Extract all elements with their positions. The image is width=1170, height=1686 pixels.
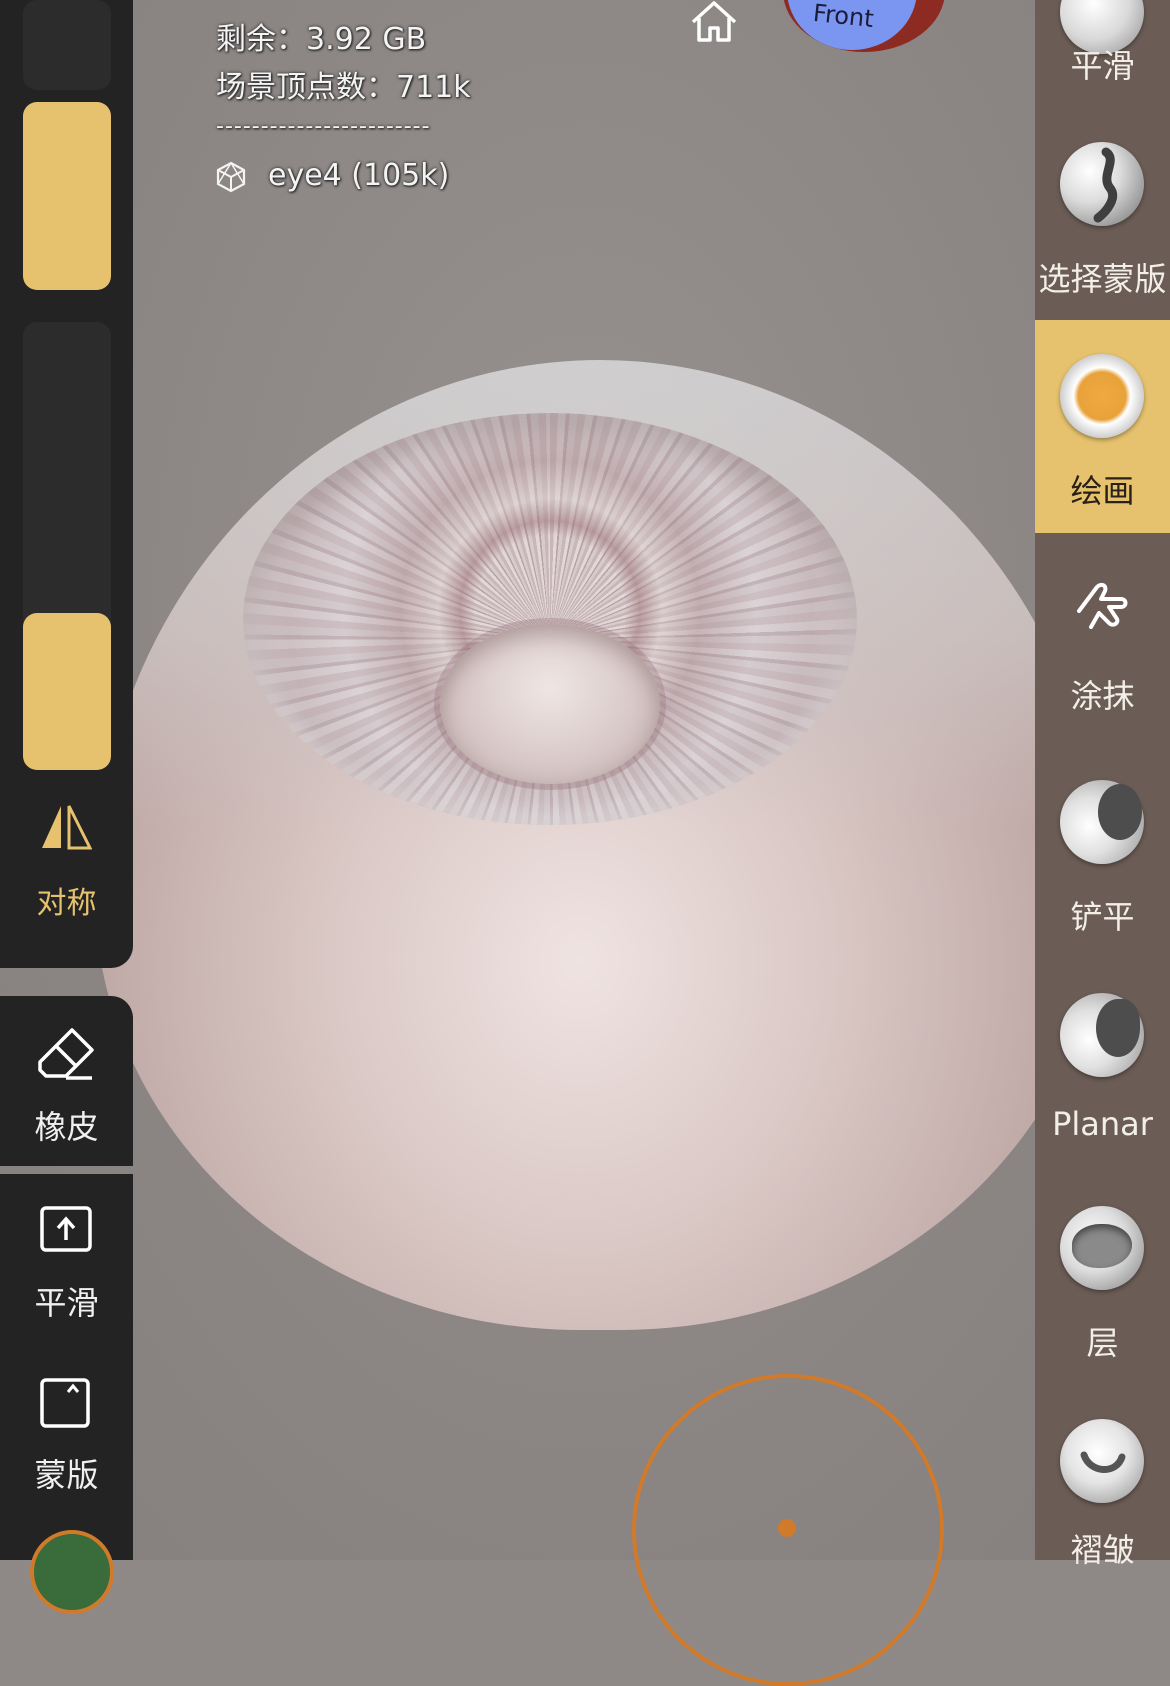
mesh-icon	[214, 160, 248, 194]
tool-flatten[interactable]: 铲平	[1035, 746, 1170, 959]
tool-smooth-label: 平滑	[1070, 47, 1135, 85]
paint-sphere-icon	[1060, 354, 1144, 438]
layer-sphere-icon	[1060, 1206, 1144, 1290]
sculpt-viewport[interactable]	[0, 0, 1170, 1560]
mask-action-label: 蒙版	[34, 1456, 99, 1494]
tool-smudge[interactable]: 涂抹	[1035, 533, 1170, 746]
select-mask-sphere-icon	[1060, 142, 1144, 226]
upload-box-icon	[36, 1202, 96, 1262]
eraser-tool-panel: 橡皮	[0, 996, 133, 1166]
symmetry-label[interactable]: 对称	[0, 878, 133, 922]
brush-center-dot	[778, 1519, 796, 1537]
tool-smudge-label: 涂抹	[1070, 677, 1135, 715]
tool-flatten-label: 铲平	[1070, 898, 1135, 936]
intensity-slider-fill[interactable]	[23, 613, 111, 770]
mesh-name-label[interactable]: eye4 (105k)	[268, 158, 449, 193]
tool-crease-label: 褶皱	[1070, 1531, 1135, 1569]
tool-paint-label: 绘画	[1070, 472, 1135, 510]
radius-slider-track-top[interactable]	[23, 0, 111, 90]
tool-planar[interactable]: Planar	[1035, 959, 1170, 1172]
tool-planar-label: Planar	[1052, 1105, 1153, 1143]
eraser-label: 橡皮	[34, 1108, 99, 1146]
left-actions-panel: 平滑 蒙版	[0, 1174, 133, 1614]
eraser-icon	[36, 1024, 96, 1084]
scene-vertex-count-text: 场景顶点数：711k	[216, 70, 471, 105]
symmetry-icon[interactable]	[40, 804, 93, 850]
tool-smooth[interactable]: 平滑	[1035, 0, 1170, 108]
left-toolbar: 对称	[0, 0, 133, 968]
tool-crease[interactable]: 褶皱	[1035, 1385, 1170, 1598]
crease-sphere-icon	[1060, 1419, 1144, 1503]
planar-sphere-cut	[1096, 999, 1140, 1057]
smooth-action-label: 平滑	[34, 1284, 99, 1322]
tool-select-mask-label: 选择蒙版	[1038, 260, 1167, 298]
stats-divider: ------------------------	[216, 114, 431, 139]
flatten-sphere-cut	[1098, 784, 1142, 840]
planar-sphere-icon	[1060, 993, 1144, 1077]
flatten-sphere-icon	[1060, 780, 1144, 864]
tool-layer[interactable]: 层	[1035, 1172, 1170, 1385]
eyeball-model[interactable]	[95, 360, 1105, 1330]
view-cube-front-label: Front	[811, 0, 876, 34]
tool-paint[interactable]: 绘画	[1035, 320, 1170, 533]
orientation-gizmo[interactable]	[30, 1530, 114, 1614]
pupil-sculpt	[440, 624, 660, 784]
smudge-hand-icon	[1071, 573, 1135, 637]
memory-remaining-text: 剩余：3.92 GB	[216, 22, 427, 57]
mask-box-icon	[36, 1374, 96, 1434]
home-view-icon[interactable]	[690, 0, 738, 44]
layer-sphere-patch	[1072, 1224, 1132, 1268]
tool-layer-label: 层	[1086, 1324, 1119, 1362]
radius-slider[interactable]	[23, 102, 111, 290]
tool-select-mask[interactable]: 选择蒙版	[1035, 108, 1170, 321]
